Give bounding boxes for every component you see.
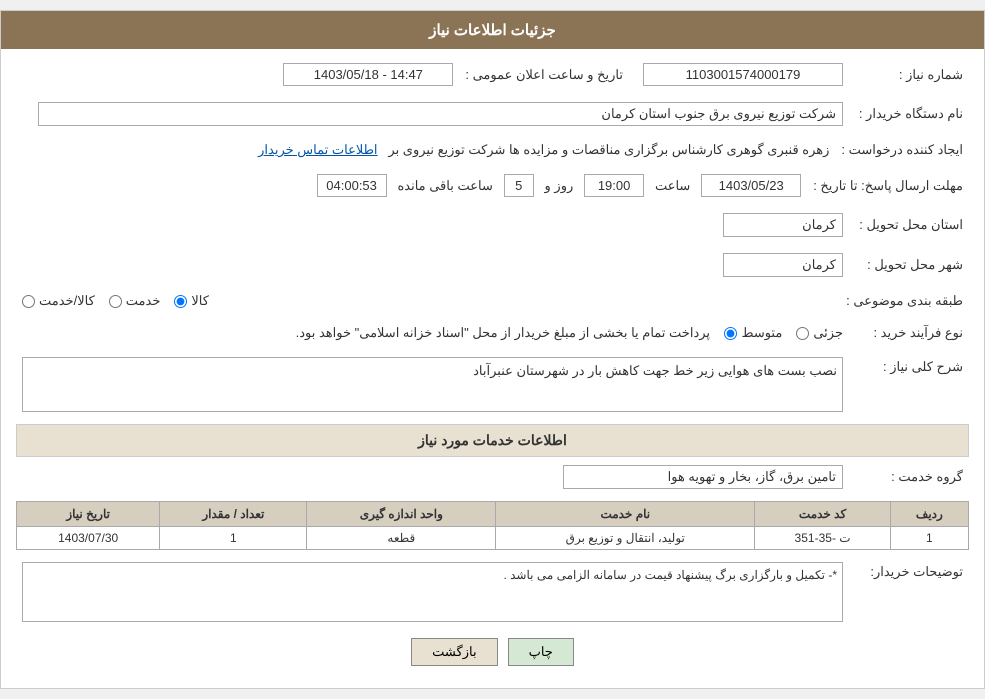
ijadKonande-text: زهره قنبری گوهری کارشناس برگزاری مناقصات… [388,142,829,157]
sharhKoli-label: شرح کلی نیاز : [849,353,969,416]
noeFarayand-label: نوع فرآیند خرید : [849,321,969,345]
tabaqeBandi-radios: کالا/خدمت خدمت کالا [16,289,840,313]
info-table-row2: نام دستگاه خریدار : شرکت توزیع نیروی برق… [16,98,969,130]
ostanTahvil-value-cell: کرمان [16,209,849,241]
table-cell-0: 1 [890,527,968,550]
ijadKonande-value-cell: زهره قنبری گوهری کارشناس برگزاری مناقصات… [16,138,835,162]
service-table-body: 1ت -35-351تولید، انتقال و توزیع برققطعه1… [17,527,969,550]
roz-label: روز و [545,178,574,193]
content-area: شماره نیاز : 1103001574000179 تاریخ و سا… [1,49,984,688]
info-table-grooh: گروه خدمت : تامین برق، گاز، بخار و تهویه… [16,461,969,493]
radio-kala-khadamat-label: کالا/خدمت [39,293,95,309]
mohlatErsal-values: 1403/05/23 ساعت 19:00 روز و 5 ساعت باقی … [16,170,807,201]
shahrTahvil-input: کرمان [723,253,843,277]
radio-khadamat-input[interactable] [109,295,122,308]
noeFarayand-note: پرداخت تمام یا بخشی از مبلغ خریدار از مح… [296,325,710,340]
noeFarayand-radio-group: متوسط جزئی [724,325,843,341]
radio-jozyi-input[interactable] [796,327,809,340]
header-bar: جزئیات اطلاعات نیاز [1,11,984,49]
namDastgah-input: شرکت توزیع نیروی برق جنوب استان کرمان [38,102,843,126]
tozihat-text: *- تکمیل و بارگزاری برگ پیشنهاد قیمت در … [503,568,837,582]
radio-motavasset[interactable]: متوسط [724,325,782,341]
back-button[interactable]: بازگشت [411,638,497,666]
table-row: 1ت -35-351تولید، انتقال و توزیع برققطعه1… [17,527,969,550]
shomareNiaz-label: شماره نیاز : [849,59,969,90]
table-cell-2: تولید، انتقال و توزیع برق [496,527,755,550]
sharhKoli-textarea: نصب بست های هوایی زیر خط جهت کاهش بار در… [22,357,843,412]
service-table-header-row: ردیف کد خدمت نام خدمت واحد اندازه گیری ت… [17,502,969,527]
ijadKonande-link[interactable]: اطلاعات تماس خریدار [258,142,377,157]
radio-motavasset-input[interactable] [724,327,737,340]
col-vahed: واحد اندازه گیری [307,502,496,527]
mohlatErsal-roz: 5 [504,174,534,197]
info-table-row6: شهر محل تحویل : کرمان [16,249,969,281]
tozihat-label: توضیحات خریدار: [849,558,969,626]
page-title: جزئیات اطلاعات نیاز [429,22,556,39]
radio-kala-input[interactable] [174,295,187,308]
info-table-row3: ایجاد کننده درخواست : زهره قنبری گوهری ک… [16,138,969,162]
mohlatErsal-saat: 19:00 [584,174,644,197]
tarikh-elan-value-cell: 1403/05/18 - 14:47 [16,59,459,90]
mohlatErsal-tarikh: 1403/05/23 [701,174,801,197]
button-row: چاپ بازگشت [16,638,969,666]
service-table: ردیف کد خدمت نام خدمت واحد اندازه گیری ت… [16,501,969,550]
tozihat-textarea: *- تکمیل و بارگزاری برگ پیشنهاد قیمت در … [22,562,843,622]
info-table-tozihat: توضیحات خریدار: *- تکمیل و بارگزاری برگ … [16,558,969,626]
info-table-row7: طبقه بندی موضوعی : کالا/خدمت خدمت [16,289,969,313]
ostanTahvil-input: کرمان [723,213,843,237]
radio-kala-khadamat[interactable]: کالا/خدمت [22,293,95,309]
info-table-row8: نوع فرآیند خرید : متوسط جزئی پرداخت [16,321,969,345]
service-table-head: ردیف کد خدمت نام خدمت واحد اندازه گیری ت… [17,502,969,527]
info-table-row1: شماره نیاز : 1103001574000179 تاریخ و سا… [16,59,969,90]
col-tarikh: تاریخ نیاز [17,502,160,527]
table-cell-1: ت -35-351 [755,527,890,550]
info-table-row5: استان محل تحویل : کرمان [16,209,969,241]
info-table-sharh: شرح کلی نیاز : نصب بست های هوایی زیر خط … [16,353,969,416]
khadamat-section-header: اطلاعات خدمات مورد نیاز [16,424,969,457]
page-wrapper: جزئیات اطلاعات نیاز شماره نیاز : 1103001… [0,10,985,689]
radio-kala[interactable]: کالا [174,293,209,309]
saat-label: ساعت [655,178,690,193]
groohKhadamat-label: گروه خدمت : [849,461,969,493]
radio-khadamat-label: خدمت [126,293,161,309]
col-tedad: تعداد / مقدار [160,502,307,527]
tarikh-elan-input: 1403/05/18 - 14:47 [283,63,453,86]
namDastgah-label: نام دستگاه خریدار : [849,98,969,130]
info-table-row4: مهلت ارسال پاسخ: تا تاریخ : 1403/05/23 س… [16,170,969,201]
tabaqeBandi-radio-group: کالا/خدمت خدمت کالا [22,293,834,309]
shahrTahvil-label: شهر محل تحویل : [849,249,969,281]
tarikh-elan-label: تاریخ و ساعت اعلان عمومی : [459,59,629,90]
mohlatErsal-baghi: 04:00:53 [317,174,387,197]
tabaqeBandi-label: طبقه بندی موضوعی : [840,289,969,313]
groohKhadamat-input: تامین برق، گاز، بخار و تهویه هوا [563,465,843,489]
col-radif: ردیف [890,502,968,527]
mohlatErsal-label: مهلت ارسال پاسخ: تا تاریخ : [807,170,969,201]
namDastgah-value-cell: شرکت توزیع نیروی برق جنوب استان کرمان [16,98,849,130]
groohKhadamat-value-cell: تامین برق، گاز، بخار و تهویه هوا [16,461,849,493]
radio-khadamat[interactable]: خدمت [109,293,161,309]
radio-jozyi-label: جزئی [813,325,843,341]
shahrTahvil-value-cell: کرمان [16,249,849,281]
ostanTahvil-label: استان محل تحویل : [849,209,969,241]
baghiMande-label: ساعت باقی مانده [397,178,492,193]
shomareNiaz-value-cell: 1103001574000179 [629,59,849,90]
radio-jozyi[interactable]: جزئی [796,325,843,341]
shomareNiaz-input: 1103001574000179 [643,63,843,86]
sharhKoli-value-cell: نصب بست های هوایی زیر خط جهت کاهش بار در… [16,353,849,416]
table-cell-5: 1403/07/30 [17,527,160,550]
ijadKonande-label: ایجاد کننده درخواست : [835,138,969,162]
tozihat-value-cell: *- تکمیل و بارگزاری برگ پیشنهاد قیمت در … [16,558,849,626]
radio-motavasset-label: متوسط [741,325,782,341]
table-cell-3: قطعه [307,527,496,550]
table-cell-4: 1 [160,527,307,550]
col-namKhadamat: نام خدمت [496,502,755,527]
noeFarayand-content: متوسط جزئی پرداخت تمام یا بخشی از مبلغ خ… [16,321,849,345]
sharhKoli-text: نصب بست های هوایی زیر خط جهت کاهش بار در… [473,363,837,378]
radio-kala-label: کالا [191,293,209,309]
radio-kala-khadamat-input[interactable] [22,295,35,308]
print-button[interactable]: چاپ [508,638,574,666]
col-kodKhadamat: کد خدمت [755,502,890,527]
